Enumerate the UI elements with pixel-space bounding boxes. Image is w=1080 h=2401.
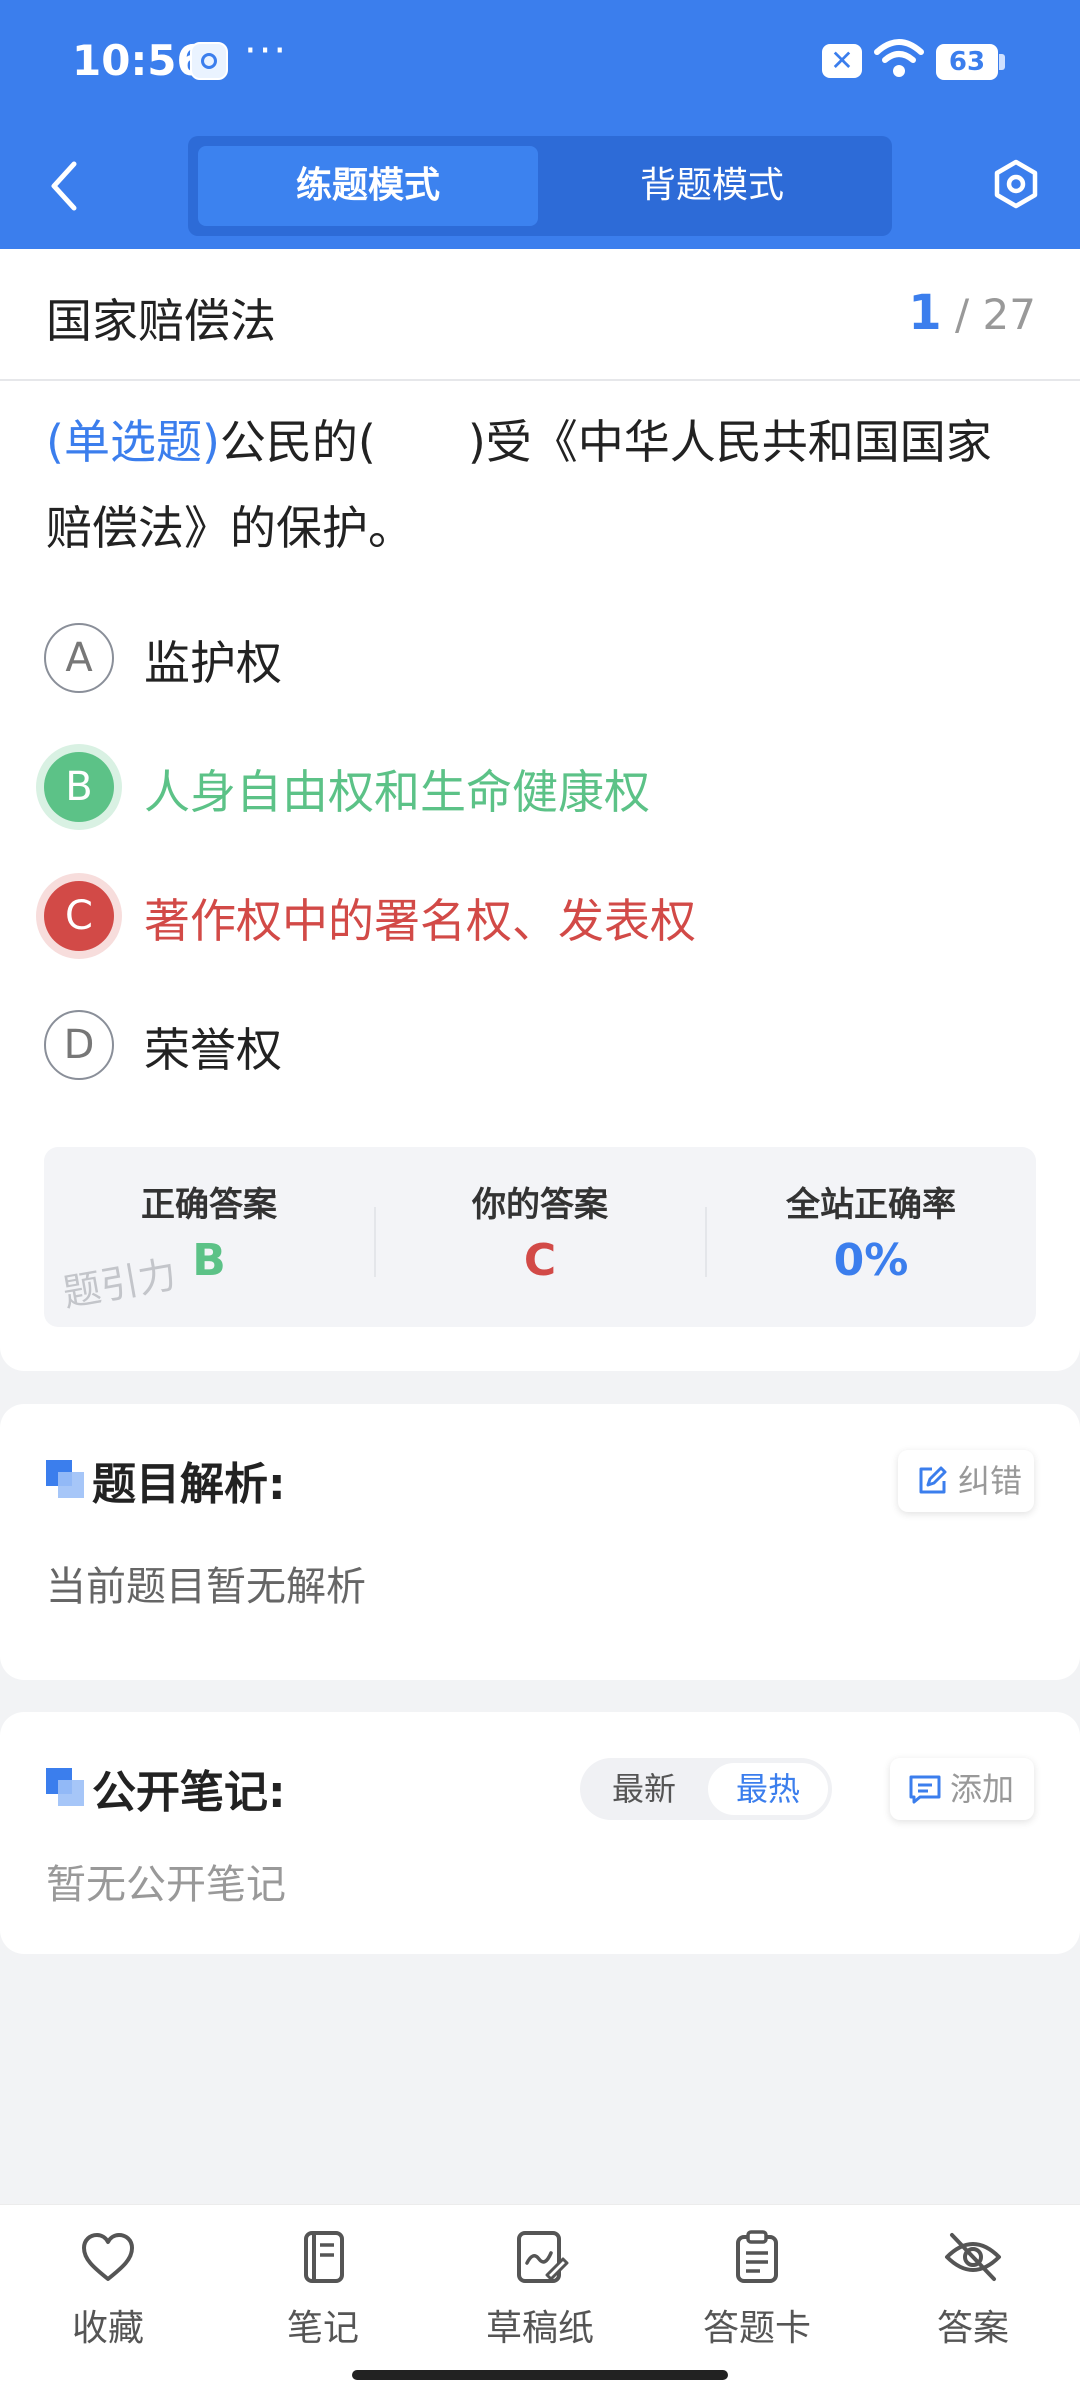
option-letter: D — [44, 1010, 114, 1080]
chapter-title-row: 国家赔偿法 1 / 27 — [0, 249, 1080, 381]
option-text: 监护权 — [144, 636, 282, 690]
eye-off-icon — [945, 2233, 1001, 2281]
tab-memorize-mode[interactable]: 背题模式 — [542, 146, 882, 226]
notebook-icon — [304, 2231, 344, 2283]
edit-icon — [919, 1466, 947, 1494]
comment-icon — [909, 1775, 941, 1804]
option-letter: C — [44, 881, 114, 951]
question-type: (单选题) — [46, 415, 220, 469]
notes-button[interactable]: 笔记 — [248, 2229, 398, 2349]
section-icon — [46, 1460, 86, 1500]
your-answer-value: C — [523, 1235, 557, 1286]
your-answer-col: 你的答案 C — [375, 1147, 705, 1327]
battery-tip — [999, 54, 1005, 70]
option-letter: B — [44, 752, 114, 822]
header: 10:56 ··· ✕ 63 练题模式 背题模式 — [0, 0, 1080, 249]
nav-label: 答案 — [936, 2308, 1009, 2349]
your-answer-label: 你的答案 — [472, 1185, 608, 1225]
app-notification-icon — [190, 42, 228, 80]
section-icon — [46, 1768, 86, 1808]
sort-latest[interactable]: 最新 — [584, 1763, 704, 1815]
question-progress: 1 / 27 — [908, 285, 1036, 341]
show-answer-button[interactable]: 答案 — [898, 2229, 1048, 2349]
nav-label: 答题卡 — [702, 2308, 811, 2349]
option-letter: A — [44, 623, 114, 693]
analysis-section: 题目解析: 纠错 当前题目暂无解析 — [0, 1404, 1080, 1680]
accuracy-value: 0% — [833, 1235, 909, 1286]
nav-label: 笔记 — [286, 2308, 359, 2349]
sort-hot[interactable]: 最热 — [708, 1763, 828, 1815]
favorite-button[interactable]: 收藏 — [33, 2229, 183, 2349]
draft-paper-icon — [517, 2231, 569, 2283]
answer-summary: 正确答案 B 你的答案 C 全站正确率 0% 题引力 — [44, 1147, 1036, 1327]
correct-answer-label: 正确答案 — [141, 1185, 277, 1225]
mode-switch: 练题模式 背题模式 — [188, 136, 892, 236]
option-text: 荣誉权 — [144, 1023, 282, 1077]
option-text: 著作权中的署名权、发表权 — [144, 894, 696, 948]
accuracy-label: 全站正确率 — [786, 1185, 956, 1225]
tab-practice-mode[interactable]: 练题模式 — [198, 146, 538, 226]
draft-paper-button[interactable]: 草稿纸 — [465, 2229, 615, 2349]
option-text: 人身自由权和生命健康权 — [144, 765, 650, 819]
analysis-content: 当前题目暂无解析 — [46, 1564, 366, 1610]
accuracy-col: 全站正确率 0% — [706, 1147, 1036, 1327]
more-notifications-icon: ··· — [244, 28, 289, 74]
answer-sheet-icon — [736, 2230, 778, 2283]
nav-label: 草稿纸 — [485, 2308, 594, 2349]
home-indicator[interactable] — [352, 2370, 728, 2380]
progress-current: 1 — [908, 285, 942, 341]
status-time: 10:56 — [72, 36, 206, 85]
notes-sort-toggle: 最新 最热 — [580, 1758, 832, 1820]
notes-title: 公开笔记: — [92, 1767, 286, 1818]
settings-button[interactable] — [990, 158, 1042, 210]
battery-icon: 63 — [936, 44, 998, 80]
nav-label: 收藏 — [71, 2308, 144, 2349]
question-card: 国家赔偿法 1 / 27 (单选题)公民的( )受《中华人民共和国国家赔偿法》的… — [0, 249, 1080, 1371]
notes-empty-text: 暂无公开笔记 — [46, 1862, 286, 1908]
wifi-icon — [874, 39, 924, 77]
analysis-title: 题目解析: — [92, 1459, 286, 1510]
chapter-title: 国家赔偿法 — [46, 294, 276, 348]
report-error-label: 纠错 — [958, 1462, 1023, 1500]
heart-icon — [82, 2233, 134, 2281]
question-text: (单选题)公民的( )受《中华人民共和国国家赔偿法》的保护。 — [46, 399, 1036, 571]
report-error-button[interactable]: 纠错 — [898, 1450, 1034, 1512]
add-note-label: 添加 — [950, 1770, 1015, 1808]
progress-total: / 27 — [955, 290, 1036, 339]
back-button[interactable] — [44, 158, 84, 214]
answer-sheet-button[interactable]: 答题卡 — [682, 2229, 832, 2349]
mute-icon: ✕ — [822, 44, 862, 78]
public-notes-section: 公开笔记: 最新 最热 添加 暂无公开笔记 — [0, 1712, 1080, 1954]
add-note-button[interactable]: 添加 — [890, 1758, 1034, 1820]
